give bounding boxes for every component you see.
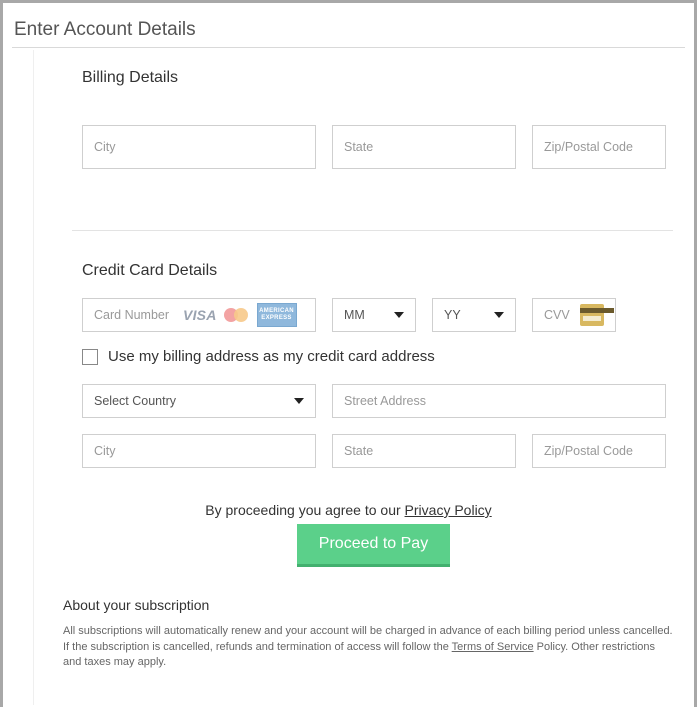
card-city-input[interactable]: City xyxy=(82,434,316,468)
card-city-placeholder: City xyxy=(94,444,116,458)
proceed-to-pay-button[interactable]: Proceed to Pay xyxy=(297,524,450,567)
country-select-value: Select Country xyxy=(94,394,176,408)
amex-text-line2: EXPRESS xyxy=(261,315,292,321)
use-billing-address-label[interactable]: Use my billing address as my credit card… xyxy=(108,348,435,365)
page-title: Enter Account Details xyxy=(14,19,196,40)
privacy-agreement-text: By proceeding you agree to our xyxy=(205,502,405,518)
about-subscription-heading: About your subscription xyxy=(63,597,210,613)
billing-state-input[interactable]: State xyxy=(332,125,516,169)
mastercard-icon xyxy=(223,307,250,323)
cvv-input[interactable]: CVV xyxy=(532,298,616,332)
cvv-card-icon xyxy=(579,304,614,326)
expiry-year-value: YY xyxy=(444,308,461,322)
amex-text-line1: AMERICAN xyxy=(259,308,294,314)
card-logos: VISA AMERICAN EXPRESS xyxy=(183,303,297,327)
chevron-down-icon xyxy=(394,312,404,318)
expiry-month-select[interactable]: MM xyxy=(332,298,416,332)
billing-zip-input[interactable]: Zip/Postal Code xyxy=(532,125,666,169)
american-express-icon: AMERICAN EXPRESS xyxy=(256,303,297,327)
card-state-placeholder: State xyxy=(344,444,374,458)
left-guide-line xyxy=(33,50,34,705)
about-subscription-text: All subscriptions will automatically ren… xyxy=(63,624,673,671)
billing-city-input[interactable]: City xyxy=(82,125,316,169)
billing-zip-placeholder: Zip/Postal Code xyxy=(544,140,633,154)
credit-card-details-heading: Credit Card Details xyxy=(82,262,218,279)
card-zip-input[interactable]: Zip/Postal Code xyxy=(532,434,666,468)
use-billing-address-checkbox[interactable] xyxy=(82,348,98,365)
street-address-input[interactable]: Street Address xyxy=(332,384,666,418)
billing-city-placeholder: City xyxy=(94,140,116,154)
title-divider xyxy=(12,47,685,48)
billing-details-heading: Billing Details xyxy=(82,69,179,86)
privacy-agreement: By proceeding you agree to our Privacy P… xyxy=(0,502,697,518)
billing-state-placeholder: State xyxy=(344,140,374,154)
terms-of-service-link[interactable]: Terms of Service xyxy=(452,641,534,653)
use-billing-address-row[interactable]: Use my billing address as my credit card… xyxy=(82,348,435,365)
country-select[interactable]: Select Country xyxy=(82,384,316,418)
privacy-policy-link[interactable]: Privacy Policy xyxy=(405,502,492,518)
expiry-year-select[interactable]: YY xyxy=(432,298,516,332)
card-state-input[interactable]: State xyxy=(332,434,516,468)
card-number-input[interactable]: Card Number VISA AMERICAN EXPRESS xyxy=(82,298,316,332)
chevron-down-icon xyxy=(494,312,504,318)
expiry-month-value: MM xyxy=(344,308,365,322)
card-zip-placeholder: Zip/Postal Code xyxy=(544,444,633,458)
cvv-placeholder: CVV xyxy=(544,308,570,322)
card-number-placeholder: Card Number xyxy=(94,308,170,322)
street-address-placeholder: Street Address xyxy=(344,394,426,408)
section-divider xyxy=(72,230,673,231)
chevron-down-icon xyxy=(294,398,304,404)
visa-icon: VISA xyxy=(183,307,217,323)
